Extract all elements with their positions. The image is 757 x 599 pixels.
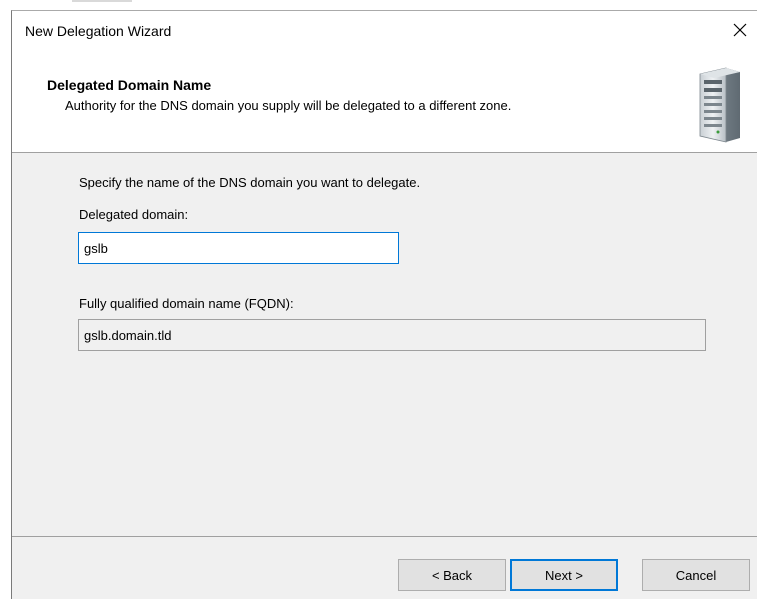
page-title: Delegated Domain Name bbox=[47, 77, 212, 93]
new-delegation-wizard-dialog: New Delegation Wizard Delegated Domain N… bbox=[11, 10, 757, 599]
page-subtitle: Authority for the DNS domain you supply … bbox=[65, 98, 512, 113]
wizard-header: Delegated Domain Name Authority for the … bbox=[12, 49, 757, 153]
instruction-text: Specify the name of the DNS domain you w… bbox=[79, 175, 421, 190]
delegated-domain-input[interactable] bbox=[78, 232, 399, 264]
close-icon bbox=[733, 23, 747, 37]
server-icon bbox=[699, 67, 740, 143]
wizard-body: Specify the name of the DNS domain you w… bbox=[12, 153, 757, 456]
delegated-domain-label: Delegated domain: bbox=[79, 207, 189, 222]
fqdn-field bbox=[78, 319, 706, 351]
cancel-button[interactable]: Cancel bbox=[642, 559, 750, 591]
next-button[interactable]: Next > bbox=[510, 559, 618, 591]
title-bar: New Delegation Wizard bbox=[12, 11, 757, 49]
back-button[interactable]: < Back bbox=[398, 559, 506, 591]
footer-divider bbox=[12, 536, 757, 537]
close-button[interactable] bbox=[723, 11, 757, 49]
background-window-edge bbox=[72, 0, 132, 2]
fqdn-label: Fully qualified domain name (FQDN): bbox=[79, 296, 294, 311]
window-title: New Delegation Wizard bbox=[25, 23, 172, 39]
